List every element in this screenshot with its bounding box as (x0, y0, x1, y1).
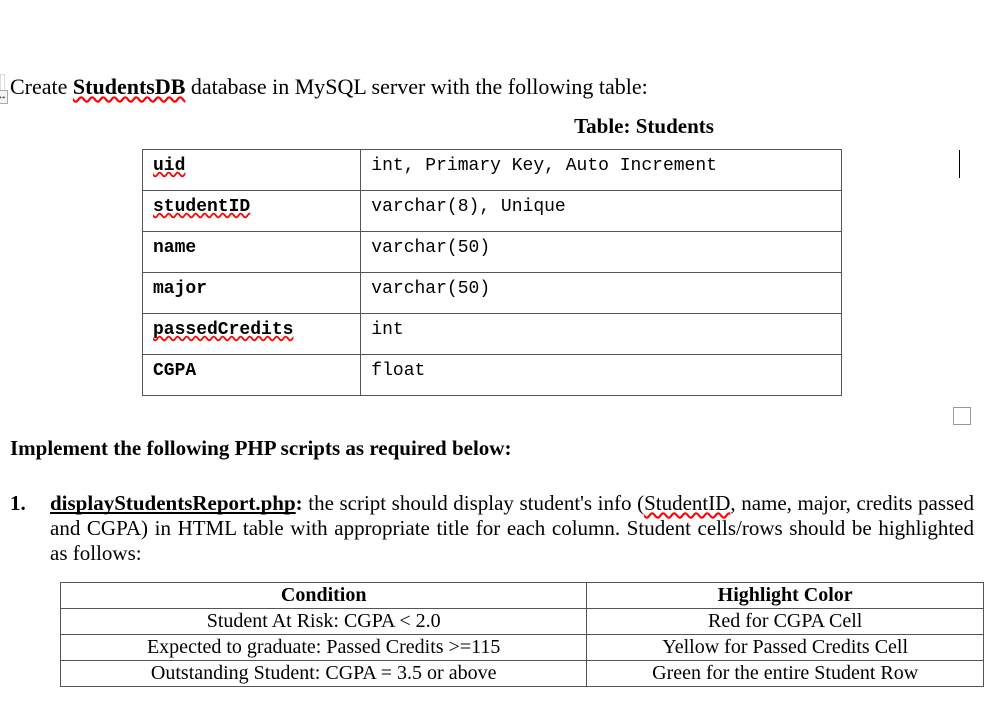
schema-spec: varchar(8), Unique (361, 191, 842, 232)
section-heading: Implement the following PHP scripts as r… (10, 436, 978, 461)
list-number: 1. (10, 491, 36, 516)
schema-field: CGPA (143, 355, 361, 396)
condition-cell: Student At Risk: CGPA < 2.0 (61, 609, 587, 635)
schema-spec: varchar(50) (361, 232, 842, 273)
script-name: displayStudentsReport.php (50, 491, 296, 515)
tab-stop-handle: ↔ (0, 90, 8, 104)
highlight-cell: Red for CGPA Cell (587, 609, 984, 635)
table-row: Outstanding Student: CGPA = 3.5 or above… (61, 661, 984, 687)
colon: : (296, 491, 303, 515)
highlight-cell: Green for the entire Student Row (587, 661, 984, 687)
header-condition: Condition (61, 583, 587, 609)
schema-field: studentID (143, 191, 361, 232)
table-row: uid int, Primary Key, Auto Increment (143, 150, 842, 191)
intro-suffix: database in MySQL server with the follow… (185, 74, 647, 99)
list-item-1: 1. displayStudentsReport.php: the script… (10, 491, 978, 566)
field-name: studentID (153, 197, 250, 217)
intro-paragraph: Create StudentsDB database in MySQL serv… (10, 74, 978, 100)
table-row: passedCredits int (143, 314, 842, 355)
schema-spec: varchar(50) (361, 273, 842, 314)
studentid-word: StudentID (644, 491, 730, 515)
db-name: StudentsDB (73, 74, 185, 99)
schema-spec: int, Primary Key, Auto Increment (361, 150, 842, 191)
condition-cell: Expected to graduate: Passed Credits >=1… (61, 635, 587, 661)
conditions-table: Condition Highlight Color Student At Ris… (60, 582, 984, 687)
table-caption: Table: Students (310, 114, 978, 139)
condition-cell: Outstanding Student: CGPA = 3.5 or above (61, 661, 587, 687)
highlight-cell: Yellow for Passed Credits Cell (587, 635, 984, 661)
schema-field: passedCredits (143, 314, 361, 355)
schema-table: uidint, Primary Key, Auto Incrementstude… (142, 149, 842, 396)
table-row: studentID varchar(8), Unique (143, 191, 842, 232)
table-row: Student At Risk: CGPA < 2.0Red for CGPA … (61, 609, 984, 635)
table-row: CGPAfloat (143, 355, 842, 396)
field-name: passedCredits (153, 320, 293, 340)
schema-spec: int (361, 314, 842, 355)
table-header-row: Condition Highlight Color (61, 583, 984, 609)
schema-field: name (143, 232, 361, 273)
field-name: uid (153, 156, 185, 176)
table-row: majorvarchar(50) (143, 273, 842, 314)
schema-field: uid (143, 150, 361, 191)
intro-prefix: Create (10, 74, 73, 99)
header-highlight: Highlight Color (587, 583, 984, 609)
schema-spec: float (361, 355, 842, 396)
body-prefix: the script should display student's info… (303, 491, 644, 515)
table-row: Expected to graduate: Passed Credits >=1… (61, 635, 984, 661)
document-body: Create StudentsDB database in MySQL serv… (0, 0, 988, 687)
text-cursor (959, 150, 960, 178)
table-row: namevarchar(50) (143, 232, 842, 273)
anchor-square (953, 407, 971, 425)
list-body: displayStudentsReport.php: the script sh… (50, 491, 974, 566)
schema-field: major (143, 273, 361, 314)
